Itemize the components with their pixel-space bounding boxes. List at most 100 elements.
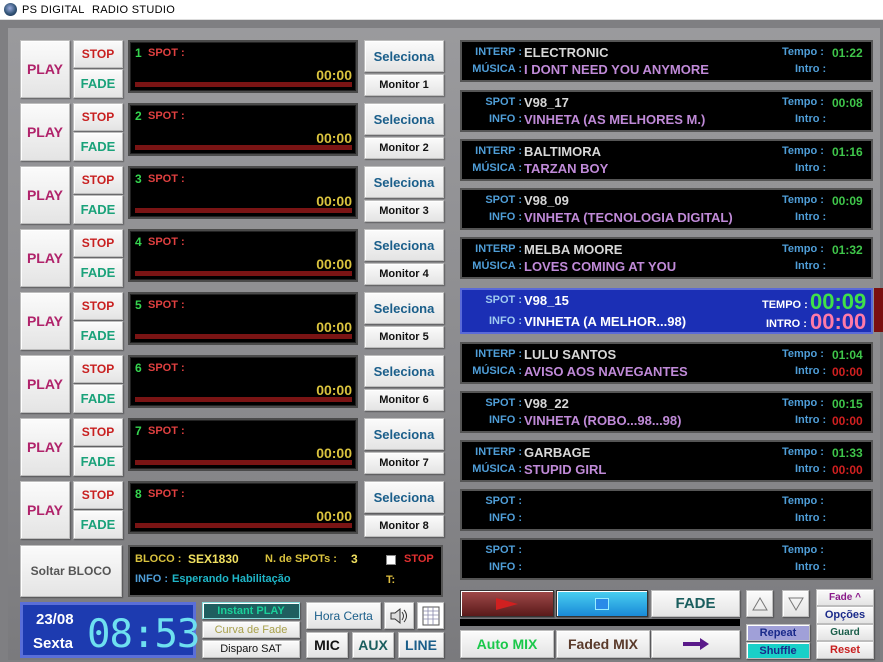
intro-label: Intro : xyxy=(795,512,827,524)
spot-play-button[interactable]: PLAY xyxy=(20,292,70,350)
playlist-row[interactable]: INTERP : BALTIMORA MÚSICA : TARZAN BOY T… xyxy=(460,139,873,181)
spot-fade-button[interactable]: FADE xyxy=(73,384,123,413)
reset-button[interactable]: Reset xyxy=(816,641,874,659)
spot-time: 00:00 xyxy=(316,256,352,272)
move-down-button[interactable] xyxy=(782,590,809,617)
next-arrow-button[interactable] xyxy=(651,630,740,658)
spot-monitor-button[interactable]: Monitor 6 xyxy=(364,389,444,411)
spot-monitor-button[interactable]: Monitor 3 xyxy=(364,200,444,222)
guard-button[interactable]: Guard xyxy=(816,624,874,641)
spot-fade-button[interactable]: FADE xyxy=(73,321,123,350)
spot-number: 5 xyxy=(135,298,142,312)
spot-fade-button[interactable]: FADE xyxy=(73,69,123,98)
spot-play-button[interactable]: PLAY xyxy=(20,481,70,539)
fade-up-button[interactable]: Fade ^ xyxy=(816,589,874,606)
row-label-2: INFO : xyxy=(489,315,522,327)
stop-transport-button[interactable] xyxy=(556,590,648,617)
spot-stop-button[interactable]: STOP xyxy=(73,229,123,257)
app-icon xyxy=(4,3,17,16)
spot-play-button[interactable]: PLAY xyxy=(20,40,70,98)
opcoes-button[interactable]: Opções xyxy=(816,606,874,624)
spot-select-button[interactable]: Seleciona xyxy=(364,103,444,135)
speaker-icon[interactable] xyxy=(384,602,414,629)
spot-play-button[interactable]: PLAY xyxy=(20,355,70,413)
spot-select-button[interactable]: Seleciona xyxy=(364,481,444,513)
spot-stop-button[interactable]: STOP xyxy=(73,40,123,68)
spot-stop-button[interactable]: STOP xyxy=(73,418,123,446)
hora-certa-button[interactable]: Hora Certa xyxy=(306,602,381,629)
t-label: T: xyxy=(386,574,396,586)
line-button[interactable]: LINE xyxy=(398,632,444,658)
progress-bar xyxy=(460,619,740,626)
playlist-row[interactable]: SPOT : V98_15 INFO : VINHETA (A MELHOR..… xyxy=(460,288,873,334)
spot-select-button[interactable]: Seleciona xyxy=(364,229,444,261)
playlist-row[interactable]: SPOT : V98_22 INFO : VINHETA (ROBO...98.… xyxy=(460,391,873,433)
spot-stop-button[interactable]: STOP xyxy=(73,481,123,509)
spot-level-bar xyxy=(135,271,352,276)
spot-monitor-button[interactable]: Monitor 2 xyxy=(364,137,444,159)
spot-monitor-button[interactable]: Monitor 5 xyxy=(364,326,444,348)
spot-select-button[interactable]: Seleciona xyxy=(364,418,444,450)
playlist-row[interactable]: INTERP : LULU SANTOS MÚSICA : AVISO AOS … xyxy=(460,342,873,384)
spot-monitor-button[interactable]: Monitor 1 xyxy=(364,74,444,96)
grid-icon[interactable] xyxy=(417,602,444,629)
spot-play-button[interactable]: PLAY xyxy=(20,418,70,476)
spot-stop-button[interactable]: STOP xyxy=(73,292,123,320)
fade-transport-button[interactable]: FADE xyxy=(651,590,740,617)
playlist-row[interactable]: SPOT : V98_17 INFO : VINHETA (AS MELHORE… xyxy=(460,90,873,132)
spot-label: SPOT : xyxy=(148,425,185,437)
clock-day: Sexta xyxy=(33,635,74,652)
row-label-2: MÚSICA : xyxy=(472,365,522,377)
mic-button[interactable]: MIC xyxy=(306,632,348,658)
playlist-row[interactable]: INTERP : GARBAGE MÚSICA : STUPID GIRL Te… xyxy=(460,440,873,482)
spot-time: 00:00 xyxy=(316,445,352,461)
playlist-row[interactable]: SPOT : INFO : Tempo : Intro : xyxy=(460,538,873,580)
spot-select-button[interactable]: Seleciona xyxy=(364,40,444,72)
spot-fade-button[interactable]: FADE xyxy=(73,510,123,539)
row-value-1: V98_17 xyxy=(524,95,569,110)
tempo-label: Tempo : xyxy=(782,446,824,458)
spot-stop-button[interactable]: STOP xyxy=(73,103,123,131)
playlist-row[interactable]: INTERP : MELBA MOORE MÚSICA : LOVES COMI… xyxy=(460,237,873,279)
intro-label: Intro : xyxy=(795,561,827,573)
row-label-2: MÚSICA : xyxy=(472,463,522,475)
release-bloco-button[interactable]: Soltar BLOCO xyxy=(20,545,122,597)
playlist-row[interactable]: SPOT : INFO : Tempo : Intro : xyxy=(460,489,873,531)
spot-select-button[interactable]: Seleciona xyxy=(364,292,444,324)
spot-monitor-button[interactable]: Monitor 8 xyxy=(364,515,444,537)
row-label-2: INFO : xyxy=(489,512,522,524)
disparo-sat-button[interactable]: Disparo SAT xyxy=(202,640,300,658)
spot-monitor-button[interactable]: Monitor 7 xyxy=(364,452,444,474)
shuffle-button[interactable]: Shuffle xyxy=(746,642,810,659)
clock-date: 23/08 xyxy=(36,611,74,628)
auto-mix-button[interactable]: Auto MIX xyxy=(460,630,554,658)
move-up-button[interactable] xyxy=(746,590,773,617)
spot-level-bar xyxy=(135,523,352,528)
intro-label: Intro : xyxy=(795,63,827,75)
spot-play-button[interactable]: PLAY xyxy=(20,229,70,287)
playlist-row[interactable]: INTERP : ELECTRONIC MÚSICA : I DONT NEED… xyxy=(460,40,873,82)
faded-mix-button[interactable]: Faded MIX xyxy=(556,630,650,658)
spot-stop-button[interactable]: STOP xyxy=(73,166,123,194)
repeat-button[interactable]: Repeat xyxy=(746,624,810,641)
bloco-stop-checkbox[interactable] xyxy=(386,555,396,565)
row-label-1: SPOT : xyxy=(485,544,522,556)
spot-play-button[interactable]: PLAY xyxy=(20,166,70,224)
spot-play-button[interactable]: PLAY xyxy=(20,103,70,161)
playlist-row[interactable]: SPOT : V98_09 INFO : VINHETA (TECNOLOGIA… xyxy=(460,188,873,230)
spot-select-button[interactable]: Seleciona xyxy=(364,355,444,387)
tempo-label: Tempo : xyxy=(782,348,824,360)
spot-fade-button[interactable]: FADE xyxy=(73,132,123,161)
spot-monitor-button[interactable]: Monitor 4 xyxy=(364,263,444,285)
spot-select-button[interactable]: Seleciona xyxy=(364,166,444,198)
aux-button[interactable]: AUX xyxy=(352,632,394,658)
spot-fade-button[interactable]: FADE xyxy=(73,258,123,287)
spot-fade-button[interactable]: FADE xyxy=(73,447,123,476)
play-transport-button[interactable] xyxy=(460,590,554,617)
spot-label: SPOT : xyxy=(148,299,185,311)
spot-stop-button[interactable]: STOP xyxy=(73,355,123,383)
curva-fade-button[interactable]: Curva de Fade xyxy=(202,621,300,638)
instant-play-button[interactable]: Instant PLAY xyxy=(202,602,300,619)
spot-fade-button[interactable]: FADE xyxy=(73,195,123,224)
row-label-1: SPOT : xyxy=(485,495,522,507)
